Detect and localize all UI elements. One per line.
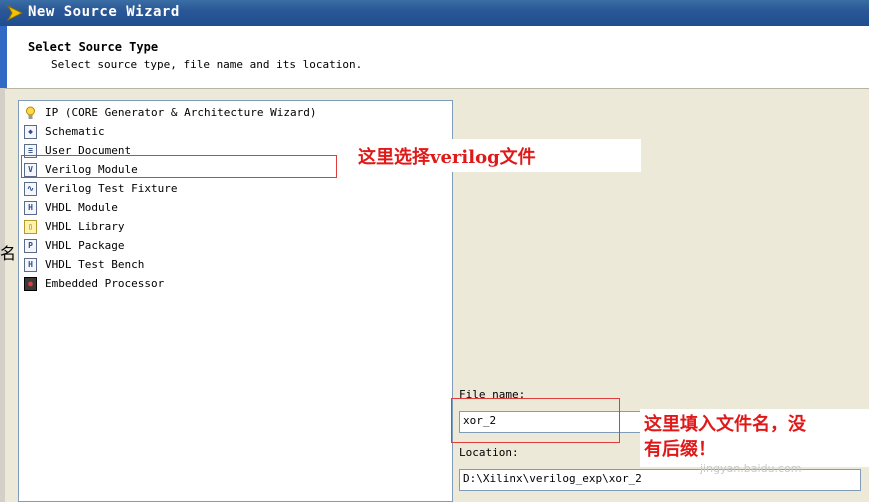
window-title: New Source Wizard: [28, 4, 180, 20]
annotation-file-name: 这里填入文件名，没 有后缀！: [640, 409, 869, 467]
annotation-text-line1: 这里填入文件名，没: [644, 414, 806, 435]
verilog-test-fixture-icon: ∿: [24, 181, 37, 196]
wizard-header: Select Source Type Select source type, f…: [0, 26, 869, 89]
list-item-vhdl-module[interactable]: H VHDL Module: [24, 198, 118, 217]
ip-bulb-icon: [24, 106, 37, 120]
list-item-vhdl-package[interactable]: P VHDL Package: [24, 236, 124, 255]
location-label: Location:: [459, 446, 519, 459]
list-item-label: VHDL Test Bench: [45, 258, 145, 271]
vhdl-module-icon: H: [24, 200, 37, 215]
title-bar: New Source Wizard: [0, 0, 869, 26]
list-item-label: Embedded Processor: [45, 277, 165, 290]
header-accent: [0, 26, 7, 88]
wizard-icon: [6, 4, 24, 22]
window-left-edge: [0, 88, 5, 502]
list-item-vhdl-library[interactable]: ▯ VHDL Library: [24, 217, 124, 236]
list-item-label: VHDL Module: [45, 201, 118, 214]
list-item-label: VHDL Library: [45, 220, 125, 233]
list-item-label: VHDL Package: [45, 239, 125, 252]
annotation-text-line2: 有后缀！: [644, 439, 716, 460]
watermark: jingyan.baidu.com: [700, 462, 802, 475]
schematic-icon: ◆: [24, 124, 37, 139]
page-title: Select Source Type: [28, 40, 159, 54]
file-name-highlight-frame: [451, 398, 620, 443]
list-item-verilog-test-fixture[interactable]: ∿ Verilog Test Fixture: [24, 179, 177, 198]
edge-glyph: 名: [0, 244, 17, 263]
vhdl-library-icon: ▯: [24, 219, 37, 234]
selection-highlight-frame: [21, 155, 337, 178]
page-subtitle: Select source type, file name and its lo…: [51, 58, 363, 71]
embedded-processor-icon: ●: [24, 276, 37, 291]
list-item-vhdl-test-bench[interactable]: H VHDL Test Bench: [24, 255, 144, 274]
list-item-schematic[interactable]: ◆ Schematic: [24, 122, 105, 141]
vhdl-test-bench-icon: H: [24, 257, 37, 272]
list-item-label: Verilog Test Fixture: [45, 182, 178, 195]
list-item-embedded-processor[interactable]: ● Embedded Processor: [24, 274, 164, 293]
list-item-label: Schematic: [45, 125, 105, 138]
vhdl-package-icon: P: [24, 238, 37, 253]
annotation-text: 这里选择verilog文件: [358, 146, 536, 168]
annotation-select-verilog: 这里选择verilog文件: [354, 139, 641, 172]
list-item-label: IP (CORE Generator & Architecture Wizard…: [45, 106, 317, 119]
list-item-ip[interactable]: IP (CORE Generator & Architecture Wizard…: [24, 103, 317, 122]
